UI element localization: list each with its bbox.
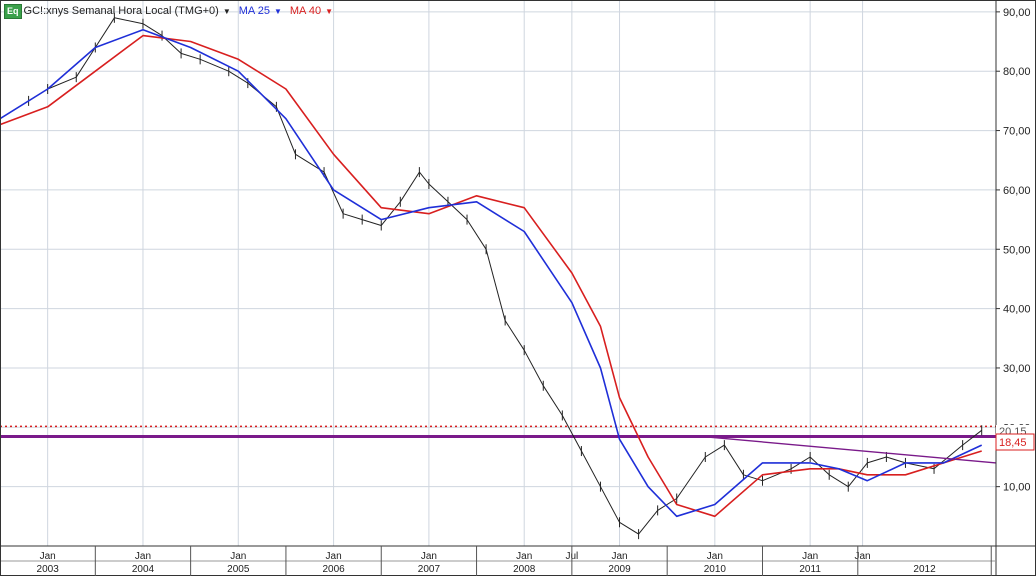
chart-legend: Eq GC!:xnys Semanal Hora Local (TMG+0) ▼… — [4, 3, 341, 19]
y-tick-label: 90,00 — [1003, 7, 1031, 19]
x-year-label: 2006 — [322, 564, 345, 575]
x-year-label: 2003 — [37, 564, 60, 575]
x-year-label: 2011 — [799, 564, 821, 575]
equity-badge: Eq — [4, 3, 22, 19]
x-year-label: 2012 — [913, 564, 936, 575]
current-price-label: 18,45 — [999, 437, 1027, 449]
x-month-label: Jan — [802, 551, 818, 562]
triangle-down-icon[interactable]: ▼ — [223, 7, 231, 16]
y-tick-label: 10,00 — [1003, 482, 1031, 494]
y-tick-label: 60,00 — [1003, 185, 1031, 197]
x-year-label: 2010 — [704, 564, 727, 575]
price-chart[interactable]: 10,0020,0030,0040,0050,0060,0070,0080,00… — [0, 0, 1036, 576]
x-year-label: 2004 — [132, 564, 155, 575]
x-year-label: 2009 — [608, 564, 631, 575]
triangle-down-icon[interactable]: ▼ — [325, 7, 333, 16]
x-month-label: Jan — [707, 551, 723, 562]
x-month-label: Jan — [855, 551, 871, 562]
x-year-label: 2007 — [418, 564, 441, 575]
x-month-label: Jan — [135, 551, 151, 562]
chart-background — [0, 0, 1036, 576]
x-month-label: Jan — [611, 551, 627, 562]
y-tick-label: 50,00 — [1003, 244, 1031, 256]
x-month-label: Jan — [516, 551, 532, 562]
ma40-label[interactable]: MA 40 — [290, 5, 321, 17]
y-tick-label: 70,00 — [1003, 126, 1031, 138]
x-year-label: 2008 — [513, 564, 536, 575]
y-tick-label: 80,00 — [1003, 66, 1031, 78]
y-tick-label: 30,00 — [1003, 363, 1031, 375]
x-month-label: Jan — [421, 551, 437, 562]
x-year-label: 2005 — [227, 564, 250, 575]
triangle-down-icon[interactable]: ▼ — [274, 7, 282, 16]
x-month-label: Jan — [40, 551, 56, 562]
x-month-label: Jan — [230, 551, 246, 562]
price-labels: 20,15 18,45 — [995, 425, 1035, 451]
instrument-label[interactable]: GC!:xnys Semanal Hora Local (TMG+0) — [24, 5, 219, 17]
y-tick-label: 40,00 — [1003, 304, 1031, 316]
x-month-label: Jan — [326, 551, 342, 562]
ma25-label[interactable]: MA 25 — [239, 5, 270, 17]
